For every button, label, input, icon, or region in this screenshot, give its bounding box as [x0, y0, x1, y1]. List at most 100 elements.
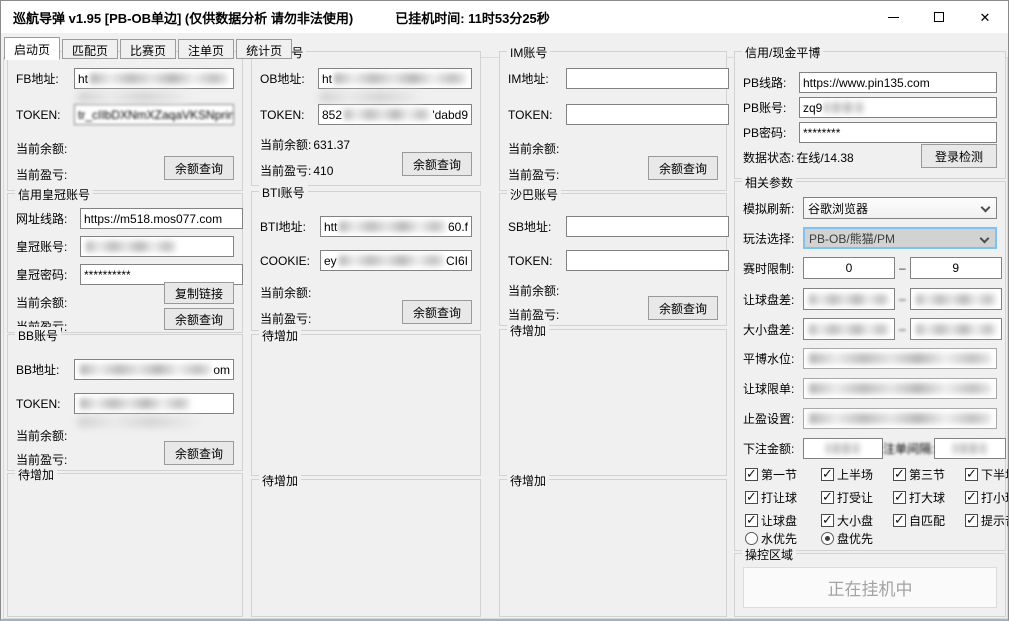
handicap-diff-to-input[interactable] — [910, 288, 1002, 310]
crown-password-label: 皇冠密码: — [16, 266, 80, 283]
bti-address-visible-suffix: 60.f — [448, 220, 468, 234]
redacted-smudge — [78, 92, 188, 102]
check-first-half[interactable]: 上半场 — [821, 466, 893, 483]
pb-account-input[interactable]: zq9 — [799, 97, 997, 118]
ob-balance-label: 当前余额: — [260, 136, 311, 153]
check-ou-market[interactable]: 大小盘 — [821, 512, 893, 529]
uptime-label: 已挂机时间: 11时53分25秒 — [395, 8, 550, 27]
maximize-button[interactable] — [916, 1, 962, 33]
fb-account-group: FB账号 FB地址: ht TOKEN: tr_cIIbDXNmXZaqaVKS… — [7, 51, 243, 191]
im-address-input[interactable] — [566, 68, 729, 89]
sb-token-input[interactable] — [566, 250, 729, 271]
group-title: 信用/现金平博 — [742, 44, 823, 61]
sb-balance-query-button[interactable]: 余额查询 — [648, 296, 718, 320]
minimize-button[interactable] — [870, 1, 916, 33]
sim-refresh-value: 谷歌浏览器 — [808, 200, 868, 217]
check-label: 自匹配 — [909, 512, 945, 529]
redacted-text — [824, 102, 864, 113]
group-title: 待增加 — [15, 466, 57, 483]
check-label: 提示音 — [981, 512, 1009, 529]
fb-balance-query-button[interactable]: 余额查询 — [164, 156, 234, 180]
time-limit-to-input[interactable] — [910, 257, 1002, 279]
order-interval-input[interactable] — [934, 438, 1006, 459]
profit-stop-input[interactable] — [803, 408, 997, 429]
check-bet-underdog[interactable]: 打受让 — [821, 489, 893, 506]
pb-login-check-button[interactable]: 登录检测 — [921, 144, 997, 168]
check-label: 大小盘 — [837, 512, 873, 529]
pb-line-input[interactable] — [799, 72, 997, 93]
chevron-down-icon — [981, 203, 991, 213]
tab-stats[interactable]: 统计页 — [236, 39, 292, 59]
pb-password-input[interactable] — [799, 122, 997, 143]
check-auto-match[interactable]: 自匹配 — [893, 512, 965, 529]
app-window: 巡航导弹 v1.95 [PB-OB单边] (仅供数据分析 请勿非法使用) 已挂机… — [0, 0, 1009, 621]
check-period-3[interactable]: 第三节 — [893, 466, 965, 483]
crown-line-input[interactable] — [80, 208, 243, 229]
group-title: 相关参数 — [742, 174, 796, 191]
handicap-limit-input[interactable] — [803, 378, 997, 399]
crown-balance-query-button[interactable]: 余额查询 — [164, 308, 234, 330]
check-second-half[interactable]: 下半场 — [965, 466, 1009, 483]
tab-orders[interactable]: 注单页 — [178, 39, 234, 59]
maximize-icon — [934, 12, 944, 22]
bb-token-input[interactable] — [74, 393, 234, 414]
radio-water-priority[interactable]: 水优先 — [745, 530, 821, 547]
checkbox-checked-icon — [745, 491, 758, 504]
sb-address-input[interactable] — [566, 216, 729, 237]
bb-balance-query-button[interactable]: 余额查询 — [164, 441, 234, 465]
check-label: 打让球 — [761, 489, 797, 506]
bti-cookie-input[interactable]: ey CI6I — [320, 250, 472, 271]
bb-address-input[interactable]: om — [74, 359, 234, 380]
check-handicap-market[interactable]: 让球盘 — [745, 512, 821, 529]
tab-start[interactable]: 启动页 — [4, 37, 60, 60]
pending-group-3: 待增加 — [251, 479, 481, 617]
ob-token-label: TOKEN: — [260, 108, 318, 122]
crown-account-input[interactable] — [80, 236, 234, 257]
time-limit-from-input[interactable] — [803, 257, 895, 279]
crown-copy-link-button[interactable]: 复制链接 — [164, 282, 234, 304]
ou-diff-to-input[interactable] — [910, 318, 1002, 340]
tab-game[interactable]: 比赛页 — [120, 39, 176, 59]
check-bet-under[interactable]: 打小球 — [965, 489, 1009, 506]
im-balance-query-button[interactable]: 余额查询 — [648, 156, 718, 180]
play-select-value: PB-OB/熊猫/PM — [809, 230, 895, 247]
ob-balance-query-button[interactable]: 余额查询 — [402, 152, 472, 176]
ob-balance-value: 631.37 — [313, 138, 350, 152]
redacted-smudge — [78, 417, 198, 427]
bti-pl-label: 当前盈亏: — [260, 310, 311, 327]
ou-diff-label: 大小盘差: — [743, 321, 803, 338]
hangup-status-button[interactable]: 正在挂机中 — [743, 567, 997, 608]
handicap-diff-from-input[interactable] — [803, 288, 895, 310]
play-select[interactable]: PB-OB/熊猫/PM — [803, 227, 997, 249]
check-bet-over[interactable]: 打大球 — [893, 489, 965, 506]
radio-selected-icon — [821, 532, 834, 545]
fb-address-visible: ht — [78, 72, 88, 86]
radio-market-priority[interactable]: 盘优先 — [821, 530, 997, 547]
crown-line-label: 网址线路: — [16, 210, 80, 227]
bb-address-label: BB地址: — [16, 361, 74, 378]
tab-match[interactable]: 匹配页 — [62, 39, 118, 59]
group-title: 待增加 — [507, 472, 549, 489]
close-button[interactable]: ✕ — [962, 1, 1008, 33]
ou-diff-from-input[interactable] — [803, 318, 895, 340]
fb-token-input[interactable]: tr_cIIbDXNmXZaqaVKSNprinpuKhn — [74, 104, 234, 125]
bet-amount-input[interactable] — [803, 438, 883, 459]
fb-address-input[interactable]: ht — [74, 68, 234, 89]
sb-token-label: TOKEN: — [508, 254, 566, 268]
check-alert-sound[interactable]: 提示音 — [965, 512, 1009, 529]
redacted-text — [826, 443, 860, 454]
bti-cookie-visible-suffix: CI6I — [446, 254, 468, 268]
check-period-1[interactable]: 第一节 — [745, 466, 821, 483]
water-level-input[interactable] — [803, 348, 997, 369]
bti-address-input[interactable]: htt 60.f — [320, 216, 472, 237]
check-bet-handicap[interactable]: 打让球 — [745, 489, 821, 506]
im-token-input[interactable] — [566, 104, 729, 125]
bti-balance-query-button[interactable]: 余额查询 — [402, 300, 472, 324]
bb-balance-label: 当前余额: — [16, 427, 67, 444]
ob-address-input[interactable]: ht — [318, 68, 472, 89]
pb-account-visible: zq9 — [803, 101, 822, 115]
bet-amount-label: 下注金额: — [743, 440, 803, 457]
sim-refresh-select[interactable]: 谷歌浏览器 — [803, 197, 997, 219]
ob-token-input[interactable]: 852 'dabd9 — [318, 104, 472, 125]
sb-balance-label: 当前余额: — [508, 282, 559, 299]
